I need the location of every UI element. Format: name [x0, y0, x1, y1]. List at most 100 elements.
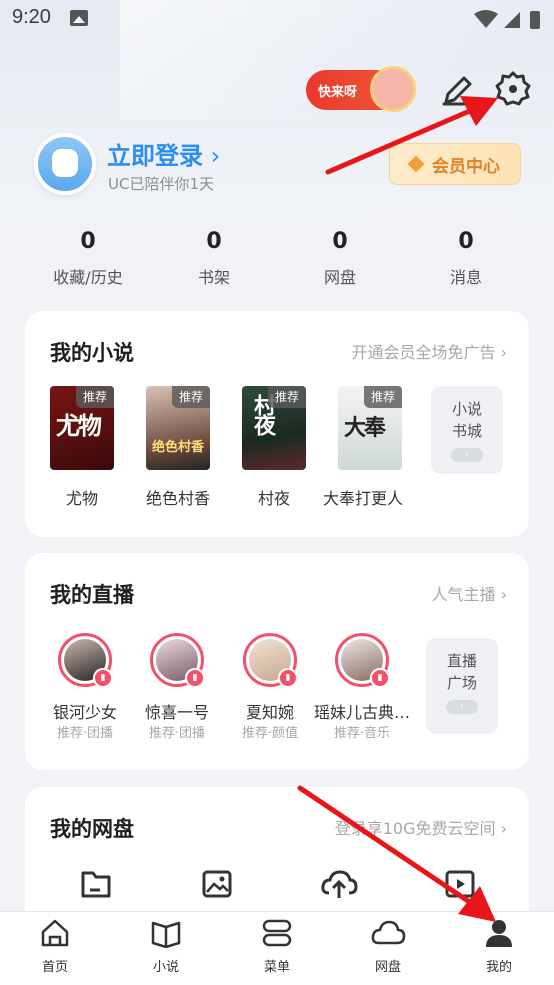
nav-item-menu[interactable]: 菜单 [222, 918, 332, 975]
nav-label: 首页 [41, 960, 68, 975]
nav-item-mine[interactable]: 我的 [444, 918, 554, 975]
live-link-label: 人气主播 [431, 585, 496, 604]
promo-label: 快来呀 [318, 84, 358, 100]
stat-label: 收藏/历史 [53, 268, 123, 287]
book-cover-title: 尤物 [56, 412, 102, 440]
recommend-tag: 推荐 [76, 386, 114, 408]
promo-badge[interactable]: 快来呀 [306, 66, 416, 112]
my-live-card: 我的直播 人气主播 › ▮ 银河少女 推荐·团播 ▮ 惊喜一号 推荐·团播 ▮ … [25, 553, 529, 770]
streamer-avatar[interactable]: ▮ [58, 633, 113, 688]
nav-label: 网盘 [374, 960, 401, 975]
live-indicator-icon: ▮ [278, 668, 298, 688]
home-icon [41, 919, 69, 947]
novel-store-button[interactable]: 小说书城 › [431, 386, 503, 474]
disk-link-label: 登录享10G免费云空间 [334, 819, 496, 838]
novels-link-label: 开通会员全场免广告 [351, 343, 496, 362]
stat-messages[interactable]: 0 消息 [403, 228, 529, 288]
streamer-avatar[interactable]: ▮ [243, 633, 298, 688]
live-indicator-icon: ▮ [370, 668, 390, 688]
pig-mascot-icon [370, 66, 416, 112]
streamer-tags: 推荐·音乐 [333, 726, 391, 741]
recommend-tag: 推荐 [268, 386, 306, 408]
live-indicator-icon: ▮ [93, 668, 113, 688]
recommend-tag: 推荐 [172, 386, 210, 408]
battery-icon [530, 11, 540, 29]
nav-item-cloud-disk[interactable]: 网盘 [333, 918, 443, 975]
stat-count: 0 [206, 229, 222, 254]
stat-count: 0 [80, 229, 96, 254]
signal-icon [504, 12, 520, 28]
book-cover-title: 绝色村香 [152, 440, 205, 455]
chevron-right-icon: › [500, 585, 507, 604]
chevron-right-icon: › [451, 448, 483, 462]
popular-streamers-link[interactable]: 人气主播 › [431, 581, 507, 605]
book-name[interactable]: 尤物 [34, 485, 130, 509]
menu-icon [262, 919, 292, 947]
nav-label: 我的 [485, 960, 512, 975]
book-cover[interactable]: 绝色村香 推荐 [146, 386, 210, 470]
book-cover[interactable]: 尤物 推荐 [50, 386, 114, 470]
tile-label: 广场 [446, 674, 477, 692]
wifi-icon [474, 10, 498, 28]
login-subtitle: UC已陪伴你1天 [108, 175, 214, 193]
stat-history[interactable]: 0 收藏/历史 [25, 228, 151, 288]
stat-label: 网盘 [323, 268, 356, 287]
status-icons [474, 10, 540, 29]
novels-title: 我的小说 [50, 341, 134, 365]
novels-vip-link[interactable]: 开通会员全场免广告 › [351, 339, 507, 363]
nav-label: 小说 [152, 960, 179, 975]
video-icon[interactable] [444, 869, 476, 899]
book-name[interactable]: 绝色村香 [130, 485, 226, 509]
gallery-notification-icon [70, 10, 88, 26]
book-cover[interactable]: 大奉 推荐 [338, 386, 402, 470]
nav-item-home[interactable]: 首页 [0, 918, 110, 975]
recommend-tag: 推荐 [364, 386, 402, 408]
vip-label: 会员中心 [432, 156, 500, 177]
live-title: 我的直播 [50, 583, 134, 607]
chevron-right-icon: › [446, 700, 478, 714]
streamer-name[interactable]: 瑶妹儿古典… [307, 699, 417, 723]
bottom-nav: 首页 小说 菜单 网盘 我的 [0, 911, 554, 985]
edit-icon[interactable] [440, 72, 476, 108]
status-time: 9:20 [12, 6, 51, 28]
user-avatar[interactable] [34, 133, 96, 195]
vip-center-button[interactable]: 会员中心 [389, 143, 521, 185]
user-icon [486, 920, 512, 947]
folder-icon[interactable] [80, 869, 112, 899]
login-link[interactable]: 立即登录 › [107, 136, 220, 171]
nav-label: 菜单 [263, 960, 290, 975]
tile-label: 小说 [451, 400, 482, 418]
book-icon [151, 921, 181, 949]
my-novels-card: 我的小说 开通会员全场免广告 › 尤物 推荐 尤物 绝色村香 推荐 绝色村香 村… [25, 311, 529, 537]
live-plaza-button[interactable]: 直播广场 › [426, 638, 498, 734]
cloud-upload-icon[interactable] [320, 867, 358, 901]
login-title: 立即登录 [107, 142, 203, 170]
cloud-icon [371, 920, 406, 945]
book-name[interactable]: 大奉打更人 [322, 485, 404, 509]
book-cover[interactable]: 村夜 推荐 [242, 386, 306, 470]
stat-bookshelf[interactable]: 0 书架 [151, 228, 277, 288]
live-indicator-icon: ▮ [185, 668, 205, 688]
stat-label: 书架 [197, 268, 230, 287]
chevron-right-icon: › [203, 142, 221, 170]
chevron-right-icon: › [500, 343, 507, 362]
stat-cloud-disk[interactable]: 0 网盘 [277, 228, 403, 288]
stat-label: 消息 [449, 268, 482, 287]
my-cloud-disk-card: 我的网盘 登录享10G免费云空间 › [25, 787, 529, 927]
disk-login-link[interactable]: 登录享10G免费云空间 › [335, 815, 507, 839]
diamond-icon [407, 155, 425, 173]
streamer-avatar[interactable]: ▮ [335, 633, 390, 688]
chevron-right-icon: › [500, 819, 507, 838]
person-icon [52, 149, 78, 177]
stat-count: 0 [332, 229, 348, 254]
image-icon[interactable] [201, 869, 233, 899]
book-name[interactable]: 村夜 [226, 485, 322, 509]
tile-label: 直播 [446, 652, 477, 670]
settings-gear-icon[interactable] [494, 70, 532, 108]
tile-label: 书城 [451, 422, 482, 440]
stat-count: 0 [458, 229, 474, 254]
book-cover-title: 大奉 [344, 416, 386, 441]
nav-item-novel[interactable]: 小说 [111, 918, 221, 975]
disk-title: 我的网盘 [50, 817, 134, 841]
streamer-avatar[interactable]: ▮ [150, 633, 205, 688]
